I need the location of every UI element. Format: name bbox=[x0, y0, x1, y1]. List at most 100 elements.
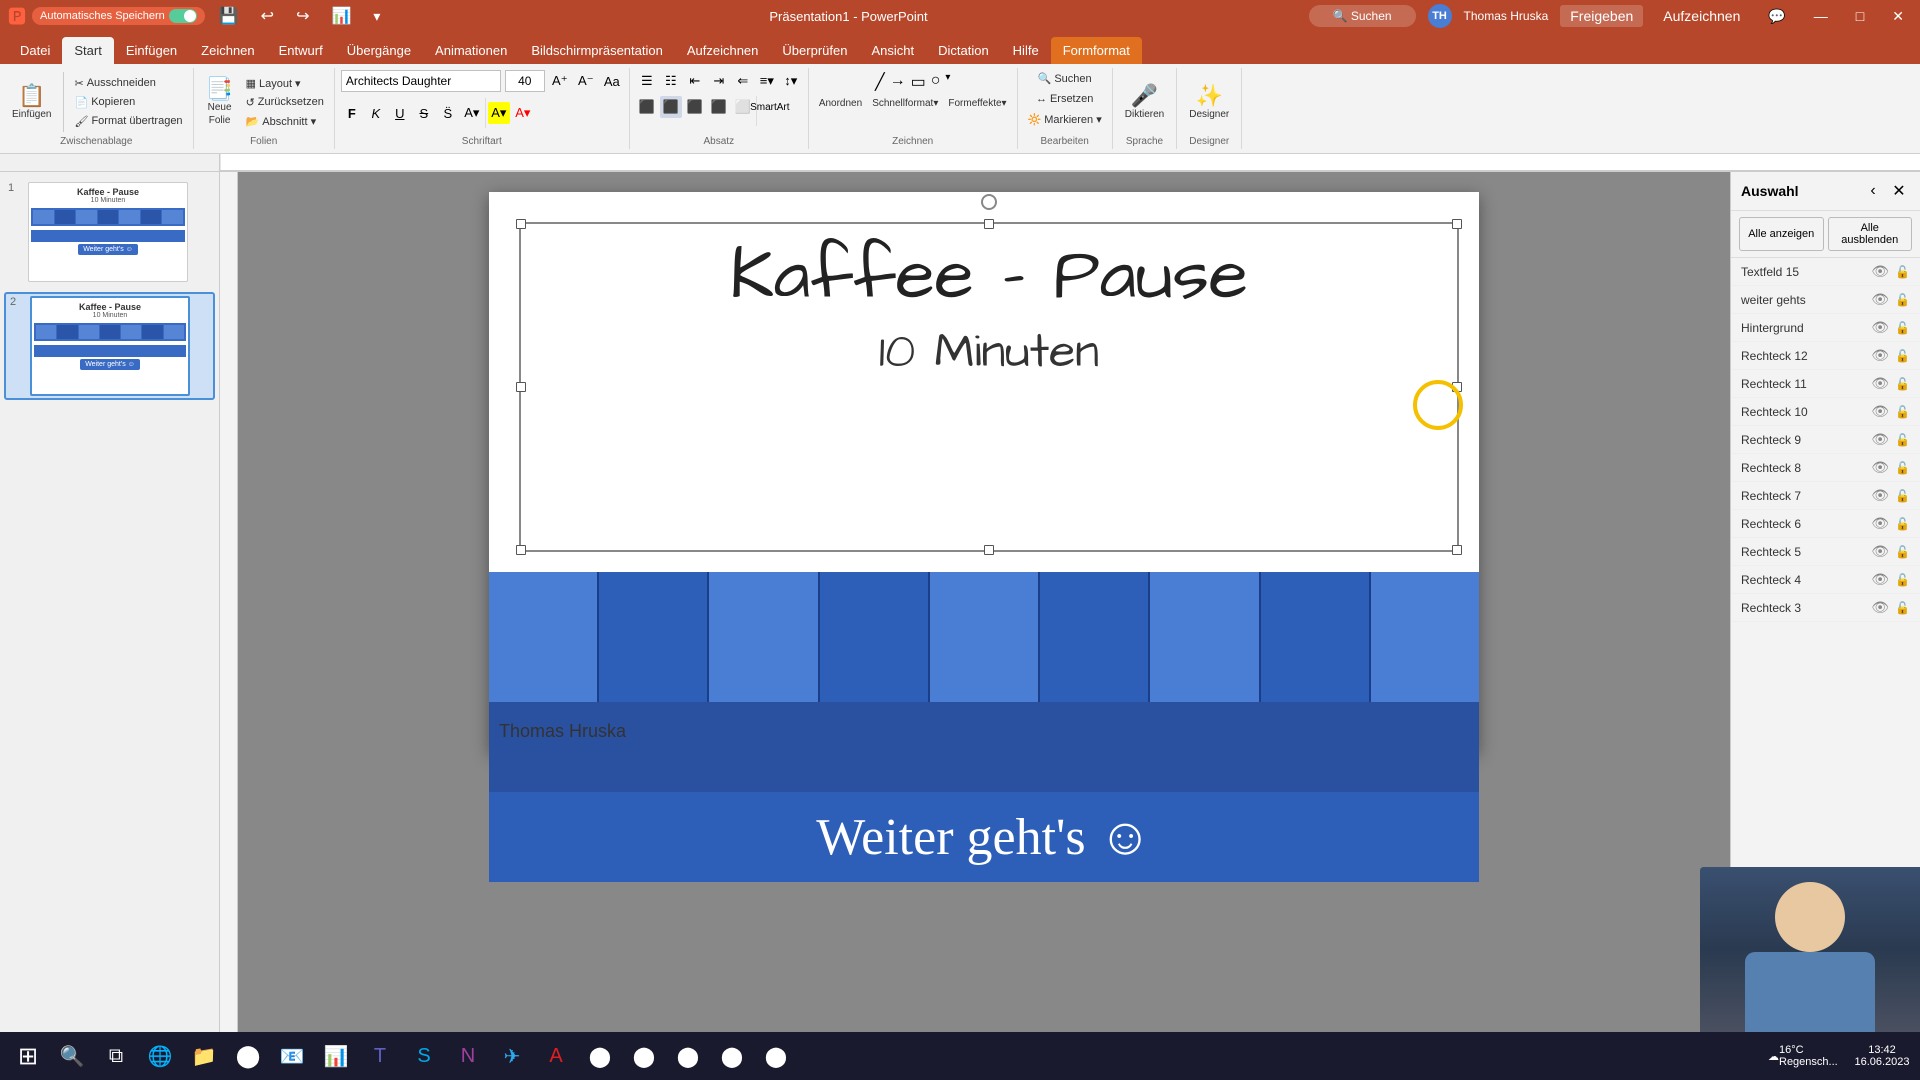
tab-animationen[interactable]: Animationen bbox=[423, 37, 519, 64]
layer-rechteck9[interactable]: Rechteck 9 👁 🔓 bbox=[1731, 426, 1920, 454]
font-size-input[interactable] bbox=[505, 70, 545, 92]
format-uebertragen-button[interactable]: 🖌 Format übertragen bbox=[70, 113, 186, 130]
taskview-button[interactable]: ⧉ bbox=[96, 1036, 136, 1076]
hide-all-button[interactable]: Alle ausblenden bbox=[1828, 217, 1913, 251]
weiter-box[interactable]: Weiter geht's ☺ bbox=[489, 792, 1479, 882]
edge-button[interactable]: 🌐 bbox=[140, 1036, 180, 1076]
app2-button[interactable]: ⬤ bbox=[624, 1036, 664, 1076]
share-button[interactable]: Freigeben bbox=[1560, 5, 1643, 27]
bullet-list-button[interactable]: ☰ bbox=[636, 70, 658, 92]
tab-dictation[interactable]: Dictation bbox=[926, 37, 1001, 64]
handle-bl[interactable] bbox=[516, 545, 526, 555]
font-color2-button[interactable]: A▾ bbox=[512, 102, 534, 124]
neue-folie-button[interactable]: 📑 Neue Folie bbox=[200, 74, 240, 130]
weather-button[interactable]: ☁ 16°C Regensch... bbox=[1768, 1036, 1848, 1076]
eye-icon-r3[interactable]: 👁 bbox=[1871, 599, 1889, 616]
abschnitt-button[interactable]: 📂 Abschnitt ▾ bbox=[242, 113, 328, 130]
record-button[interactable]: Aufzeichnen bbox=[1655, 4, 1748, 28]
save-button[interactable]: 💾 bbox=[211, 2, 247, 30]
anordnen-button[interactable]: Anordnen bbox=[815, 96, 866, 111]
telegram-button[interactable]: ✈ bbox=[492, 1036, 532, 1076]
tab-aufzeichnen[interactable]: Aufzeichnen bbox=[675, 37, 771, 64]
increase-indent-button[interactable]: ⇥ bbox=[708, 70, 730, 92]
strikethrough-button[interactable]: S bbox=[413, 102, 435, 124]
layer-textfeld15[interactable]: Textfeld 15 👁 🔓 bbox=[1731, 258, 1920, 286]
undo-button[interactable]: ↩ bbox=[253, 2, 282, 30]
zuruecksetzen-button[interactable]: ↺ Zurücksetzen bbox=[242, 94, 328, 111]
kopieren-button[interactable]: 📄 Kopieren bbox=[70, 94, 186, 111]
font-name-input[interactable] bbox=[341, 70, 501, 92]
search-box[interactable]: 🔍 Suchen bbox=[1309, 5, 1416, 27]
lock-icon-r8[interactable]: 🔓 bbox=[1895, 461, 1910, 475]
tab-zeichnen[interactable]: Zeichnen bbox=[189, 37, 266, 64]
eye-icon-textfeld15[interactable]: 👁 bbox=[1871, 263, 1889, 280]
title-textbox[interactable]: Kaffee - Pause 10 Minuten bbox=[519, 222, 1459, 552]
suchen-button[interactable]: 🔍 Suchen bbox=[1034, 70, 1096, 87]
tab-hilfe[interactable]: Hilfe bbox=[1001, 37, 1051, 64]
app3-button[interactable]: ⬤ bbox=[668, 1036, 708, 1076]
comment-button[interactable]: 💬 bbox=[1760, 4, 1793, 29]
layout-button[interactable]: ▦ Layout ▾ bbox=[242, 75, 328, 92]
lock-icon-r5[interactable]: 🔓 bbox=[1895, 545, 1910, 559]
markieren-button[interactable]: 🔆 Markieren ▾ bbox=[1024, 111, 1106, 128]
acrobat-button[interactable]: A bbox=[536, 1036, 576, 1076]
lock-icon-r9[interactable]: 🔓 bbox=[1895, 433, 1910, 447]
more-tools-button[interactable]: ▾ bbox=[365, 4, 388, 29]
layer-rechteck6[interactable]: Rechteck 6 👁 🔓 bbox=[1731, 510, 1920, 538]
eye-icon-hintergrund[interactable]: 👁 bbox=[1871, 319, 1889, 336]
handle-tm[interactable] bbox=[984, 219, 994, 229]
app4-button[interactable]: ⬤ bbox=[712, 1036, 752, 1076]
line-spacing-button[interactable]: ↕▾ bbox=[780, 70, 802, 92]
outlook-button[interactable]: 📧 bbox=[272, 1036, 312, 1076]
handle-mr[interactable] bbox=[1452, 382, 1462, 392]
lock-icon-r12[interactable]: 🔓 bbox=[1895, 349, 1910, 363]
lock-icon-r6[interactable]: 🔓 bbox=[1895, 517, 1910, 531]
tab-einfuegen[interactable]: Einfügen bbox=[114, 37, 189, 64]
shadow-button[interactable]: S̈ bbox=[437, 102, 459, 124]
layer-rechteck4[interactable]: Rechteck 4 👁 🔓 bbox=[1731, 566, 1920, 594]
ersetzen-button[interactable]: ↔ Ersetzen bbox=[1032, 91, 1097, 107]
clear-format-button[interactable]: Aa bbox=[601, 70, 623, 92]
app5-button[interactable]: ⬤ bbox=[756, 1036, 796, 1076]
lock-icon-r11[interactable]: 🔓 bbox=[1895, 377, 1910, 391]
font-color-button[interactable]: A▾ bbox=[461, 102, 483, 124]
layer-hintergrund[interactable]: Hintergrund 👁 🔓 bbox=[1731, 314, 1920, 342]
schnellformat-button[interactable]: Schnellformat▾ bbox=[868, 96, 942, 111]
handle-ml[interactable] bbox=[516, 382, 526, 392]
explorer-button[interactable]: 📁 bbox=[184, 1036, 224, 1076]
bold-button[interactable]: F bbox=[341, 102, 363, 124]
powerpoint-taskbar-button[interactable]: 📊 bbox=[316, 1036, 356, 1076]
search-taskbar-button[interactable]: 🔍 bbox=[52, 1036, 92, 1076]
canvas-area[interactable]: Kaffee - Pause 10 Minuten bbox=[238, 172, 1730, 1048]
layer-weiter-gehts[interactable]: weiter gehts 👁 🔓 bbox=[1731, 286, 1920, 314]
tab-datei[interactable]: Datei bbox=[8, 37, 62, 64]
chrome-button[interactable]: ⬤ bbox=[228, 1036, 268, 1076]
decrease-font-button[interactable]: A⁻ bbox=[575, 70, 597, 92]
app1-button[interactable]: ⬤ bbox=[580, 1036, 620, 1076]
toggle-switch[interactable] bbox=[169, 9, 197, 23]
highlight-button[interactable]: A▾ bbox=[488, 102, 510, 124]
slide-thumb-2[interactable]: 2 Kaffee - Pause 10 Minuten Weiter geht'… bbox=[4, 292, 215, 400]
layer-rechteck10[interactable]: Rechteck 10 👁 🔓 bbox=[1731, 398, 1920, 426]
layer-rechteck7[interactable]: Rechteck 7 👁 🔓 bbox=[1731, 482, 1920, 510]
onenote-button[interactable]: N bbox=[448, 1036, 488, 1076]
eye-icon-r9[interactable]: 👁 bbox=[1871, 431, 1889, 448]
einfuegen-button[interactable]: 📋 Einfügen bbox=[6, 81, 57, 124]
arrow-shape[interactable]: → bbox=[888, 70, 908, 94]
minimize-button[interactable]: — bbox=[1806, 4, 1836, 28]
close-panel-button[interactable]: ✕ bbox=[1888, 180, 1910, 202]
decrease-indent-button[interactable]: ⇤ bbox=[684, 70, 706, 92]
autosave-toggle[interactable]: Automatisches Speichern bbox=[32, 7, 205, 25]
line-shape[interactable]: ╱ bbox=[873, 70, 887, 94]
layer-rechteck8[interactable]: Rechteck 8 👁 🔓 bbox=[1731, 454, 1920, 482]
eye-icon-r7[interactable]: 👁 bbox=[1871, 487, 1889, 504]
rtl-button[interactable]: ⇐ bbox=[732, 70, 754, 92]
tab-entwurf[interactable]: Entwurf bbox=[267, 37, 335, 64]
eye-icon-r6[interactable]: 👁 bbox=[1871, 515, 1889, 532]
align-left-button[interactable]: ⬛ bbox=[636, 96, 658, 118]
col-button[interactable]: ≡▾ bbox=[756, 70, 778, 92]
rotate-handle[interactable] bbox=[981, 194, 997, 210]
eye-icon-r12[interactable]: 👁 bbox=[1871, 347, 1889, 364]
lock-icon-textfeld15[interactable]: 🔓 bbox=[1895, 265, 1910, 279]
skype-button[interactable]: S bbox=[404, 1036, 444, 1076]
